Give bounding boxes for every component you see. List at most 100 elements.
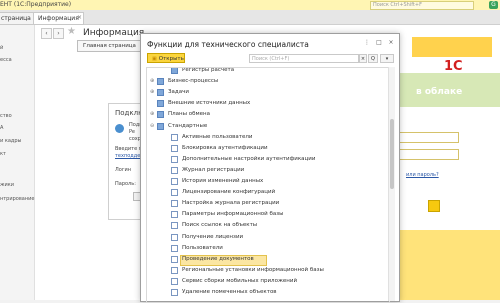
tree-row[interactable]: Дополнительные настройки аутентификации — [147, 154, 389, 165]
tree-row[interactable]: Параметры информационной базы — [147, 209, 389, 220]
tree-row[interactable]: История изменений данных — [147, 176, 389, 187]
user-badge[interactable]: G — [489, 1, 498, 9]
tree-row-label: Пользователи — [182, 244, 223, 251]
close-tab-icon[interactable]: × — [77, 14, 82, 21]
login-field[interactable] — [397, 132, 459, 143]
expand-icon[interactable]: ⊕ — [150, 109, 154, 120]
tree-row[interactable]: Лицензирование конфигураций — [147, 187, 389, 198]
home-page-button[interactable]: Главная страница — [77, 40, 142, 52]
scrollbar-thumb[interactable] — [390, 119, 394, 189]
favorite-star-icon[interactable]: ★ — [67, 26, 76, 37]
tree-row-label: Сервис сборки мобильных приложений — [182, 277, 298, 284]
tree-row-label: Активные пользователи — [182, 133, 253, 140]
expand-icon[interactable]: ⊕ — [150, 87, 154, 98]
forward-arrow-icon[interactable]: › — [53, 28, 64, 39]
more-options-icon[interactable]: ⋮ — [363, 39, 371, 47]
form-icon — [171, 255, 178, 263]
tree-row[interactable]: Регистры расчета — [147, 67, 389, 76]
folder-icon — [157, 100, 164, 108]
open-button-label: Открыть — [158, 56, 184, 62]
sidebar-item[interactable]: жики — [0, 182, 14, 188]
open-button[interactable]: ▣ Открыть — [147, 53, 185, 63]
login-label: Логин — [115, 167, 131, 173]
form-icon — [171, 166, 178, 174]
back-arrow-icon[interactable]: ‹ — [41, 28, 52, 39]
tree-row[interactable]: Блокировка аутентификации — [147, 143, 389, 154]
sidebar-item[interactable]: кт — [0, 151, 6, 157]
login-button[interactable] — [428, 200, 440, 212]
logo-1c: 1С — [444, 59, 463, 74]
sidebar-item[interactable]: нтрирование — [0, 196, 34, 202]
tree-row-label: Параметры информационной базы — [182, 211, 284, 218]
form-icon — [171, 222, 178, 230]
tree-row-label: Поиск ссылок на объекты — [182, 222, 258, 229]
form-icon — [171, 289, 178, 296]
folder-icon — [157, 111, 164, 119]
tree-row-label: Лицензирование конфигураций — [182, 189, 276, 196]
search-icon[interactable]: Q — [368, 54, 378, 63]
form-icon — [171, 233, 178, 241]
tree-row[interactable]: ⊖ Стандартные — [147, 121, 389, 132]
sidebar-item[interactable]: А — [0, 125, 3, 131]
window-title: ЕНТ (1С:Предприятие) — [0, 1, 72, 8]
close-icon[interactable]: × — [387, 39, 395, 47]
tabs-bar: страница Информация × — [0, 10, 500, 25]
cloud-banner[interactable]: 1С в облаке — [394, 37, 500, 107]
more-button[interactable]: ▾ — [380, 54, 394, 63]
banner-stripe — [412, 37, 492, 57]
maximize-icon[interactable]: □ — [375, 39, 383, 47]
tree-row-label: История изменений данных — [182, 178, 264, 184]
tree-row[interactable]: Пользователи — [147, 243, 389, 254]
tree-row[interactable]: Поиск ссылок на объекты — [147, 220, 389, 231]
password-label: Пароль: — [115, 181, 136, 187]
dialog-search-input[interactable]: Поиск (Ctrl+F) — [249, 54, 359, 63]
tree-row[interactable]: Проведение документов — [147, 254, 389, 266]
globe-icon — [115, 124, 124, 133]
tree-row-label: Стандартные — [168, 122, 208, 129]
login-panel-text: Pe — [129, 129, 135, 135]
tree-scrollbar[interactable] — [388, 67, 395, 301]
tree-row[interactable]: Удаление помеченных объектов — [147, 287, 389, 298]
sidebar-item[interactable]: й — [0, 45, 3, 51]
form-icon — [171, 144, 178, 152]
tree-row[interactable]: Региональные установки информационной ба… — [147, 265, 389, 276]
tree-row[interactable]: ⊕ Бизнес-процессы — [147, 76, 389, 87]
tree-row[interactable]: ⊕ Задачи — [147, 87, 389, 98]
promo-banner[interactable] — [395, 230, 500, 300]
expand-icon[interactable]: ⊕ — [150, 76, 154, 87]
global-search-input[interactable]: Поиск Ctrl+Shift+F — [370, 1, 474, 10]
sidebar-item[interactable]: ство — [0, 113, 12, 119]
password-field[interactable] — [397, 149, 459, 160]
tree-row[interactable]: Внешние источники данных — [147, 98, 389, 109]
tree-row[interactable]: ⊕ Планы обмена — [147, 109, 389, 120]
tree-row[interactable]: Активные пользователи — [147, 132, 389, 143]
form-icon — [171, 189, 178, 197]
tree-row-label: Проведение документов — [182, 255, 254, 262]
form-icon — [171, 277, 178, 285]
form-icon — [171, 266, 178, 274]
forgot-password-link[interactable]: или пароль? — [406, 172, 439, 178]
folder-icon — [157, 78, 164, 86]
tree-row[interactable]: Журнал регистрации — [147, 165, 389, 176]
tab-home-page[interactable]: страница — [0, 12, 36, 25]
tree-row-label: Удаление помеченных объектов — [182, 289, 277, 295]
collapse-icon[interactable]: ⊖ — [150, 121, 154, 132]
tree-row-label: Дополнительные настройки аутентификации — [182, 155, 316, 162]
tech-specialist-dialog: Функции для технического специалиста ⋮ □… — [140, 33, 400, 303]
tree-row-label: Журнал регистрации — [182, 166, 245, 173]
tree-row-label: Задачи — [168, 89, 189, 96]
tree-row-label: Бизнес-процессы — [168, 78, 219, 85]
tree-row-label: Регистры расчета — [182, 67, 235, 73]
functions-tree: Регистры расчета ⊕ Бизнес-процессы ⊕ Задачи В… — [146, 67, 390, 303]
form-icon — [171, 244, 178, 252]
tree-row-label: Планы обмена — [168, 111, 210, 118]
tree-row[interactable]: Сервис сборки мобильных приложений — [147, 276, 389, 287]
tree-row-label: Получение лицензии — [182, 233, 244, 240]
sidebar-item[interactable]: и кадры — [0, 138, 22, 144]
search-clear-icon[interactable]: × — [359, 54, 367, 63]
tree-row[interactable]: Получение лицензии — [147, 232, 389, 243]
banner-text: в облаке — [416, 87, 463, 97]
form-icon — [171, 200, 178, 208]
tree-row[interactable]: Настройка журнала регистрации — [147, 198, 389, 209]
sidebar-item[interactable]: есса — [0, 57, 12, 63]
